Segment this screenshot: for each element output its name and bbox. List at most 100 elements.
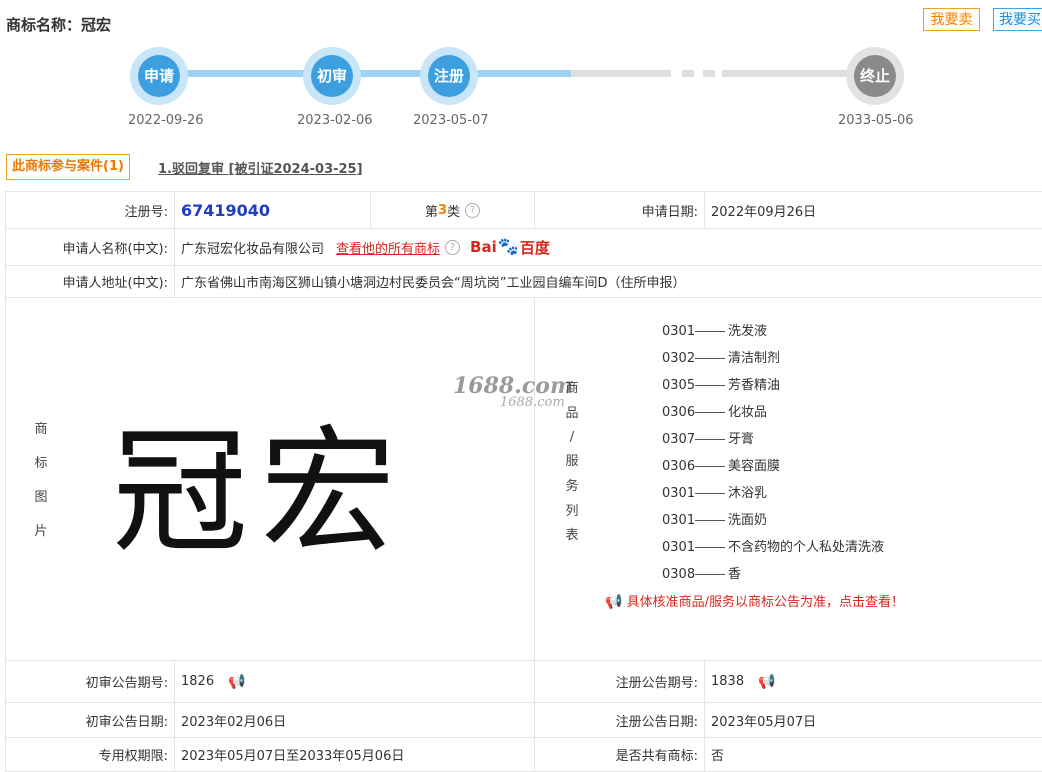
apply-date-label: 申请日期:	[535, 192, 705, 229]
timeline-progress-bar	[186, 70, 571, 77]
goods-name: 洗面奶	[728, 513, 768, 528]
timeline-date-prelim: 2023-02-06	[297, 113, 373, 128]
applicant-value: 广东冠宏化妆品有限公司	[181, 241, 325, 257]
prelim-no-label: 初审公告期号:	[5, 661, 175, 703]
goods-item: 0301 洗发液	[662, 318, 884, 345]
goods-name: 芳香精油	[728, 378, 781, 393]
baidu-paw-icon: 🐾	[497, 237, 519, 257]
timeline-date-register: 2023-05-07	[413, 113, 489, 128]
goods-name: 香	[728, 567, 742, 582]
case-link[interactable]: 1.驳回复审 [被引证2024-03-25]	[158, 158, 363, 177]
label-char: 品	[565, 406, 579, 421]
case-count-tag[interactable]: 此商标参与案件(1)	[6, 154, 130, 180]
goods-dash	[695, 493, 725, 494]
goods-name: 洗发液	[728, 324, 768, 339]
goods-code: 0306	[662, 459, 696, 474]
reg-pub-date-value: 2023年05月07日	[705, 703, 1042, 738]
goods-name: 不含药物的个人私处清洗液	[728, 540, 885, 555]
label-char: 列	[565, 504, 579, 519]
goods-dash	[695, 547, 725, 548]
goods-dash	[695, 466, 725, 467]
goods-item: 0306 美容面膜	[662, 453, 884, 480]
timeline-node-prelim: 初审	[303, 47, 361, 105]
view-all-trademarks-link[interactable]: 查看他的所有商标	[336, 238, 440, 257]
goods-code: 0308	[662, 567, 696, 582]
goods-name: 清洁制剂	[728, 351, 781, 366]
term-value: 2023年05月07日至2033年05月06日	[175, 738, 535, 772]
class-prefix: 第	[424, 204, 438, 220]
prelim-no-cell: 1826 📢	[175, 661, 535, 703]
goods-code: 0301	[662, 513, 696, 528]
trademark-info-table: 注册号: 67419040 第3类 ? 申请日期: 2022年09月26日 申请…	[5, 191, 1042, 772]
trademark-image: 冠宏	[112, 414, 408, 572]
goods-code: 0306	[662, 405, 696, 420]
timeline-node-label: 申请	[138, 55, 180, 97]
goods-code: 0301	[662, 486, 696, 501]
reg-no-label: 注册号:	[5, 192, 175, 229]
label-char: 标	[34, 456, 48, 471]
timeline-gap-dash	[682, 70, 694, 77]
goods-dash	[695, 520, 725, 521]
apply-date-value: 2022年09月26日	[705, 192, 1042, 229]
goods-code: 0302	[662, 351, 696, 366]
reg-pub-no-value: 1838	[711, 674, 745, 689]
goods-code: 0307	[662, 432, 696, 447]
prelim-date-value: 2023年02月06日	[175, 703, 535, 738]
goods-code: 0305	[662, 378, 696, 393]
help-icon[interactable]: ?	[465, 202, 481, 218]
buy-button[interactable]: 我要买	[993, 8, 1042, 31]
goods-dash	[695, 331, 725, 332]
announcement-horn-icon[interactable]: 📢	[758, 674, 775, 690]
trademark-title: 商标名称：冠宏	[6, 16, 112, 34]
announcement-horn-icon[interactable]: 📢	[228, 674, 245, 690]
label-char: 服	[565, 454, 579, 469]
label-char: 商	[565, 381, 579, 396]
class-suffix: 类	[447, 204, 461, 220]
goods-item: 0302 清洁制剂	[662, 345, 884, 372]
baidu-logo-text: 百度	[519, 238, 550, 257]
timeline-node-label: 初审	[311, 55, 353, 97]
goods-item: 0306 化妆品	[662, 399, 884, 426]
timeline-date-expire: 2033-05-06	[838, 113, 914, 128]
shared-label: 是否共有商标:	[535, 738, 705, 772]
goods-dash	[695, 412, 725, 413]
label-char: 图	[34, 490, 48, 505]
class-number: 3	[437, 202, 448, 218]
goods-item: 0301 沐浴乳	[662, 480, 884, 507]
prelim-no-value: 1826	[181, 674, 215, 689]
goods-item: 0307 牙膏	[662, 426, 884, 453]
goods-name: 沐浴乳	[728, 486, 768, 501]
goods-item: 0305 芳香精油	[662, 372, 884, 399]
timeline-node-expire: 终止	[846, 47, 904, 105]
baidu-logo-text: Bai	[470, 238, 497, 256]
goods-name: 美容面膜	[728, 459, 781, 474]
shared-value: 否	[705, 738, 1042, 772]
reg-no-cell: 67419040	[175, 192, 371, 229]
applicant-label: 申请人名称(中文):	[5, 229, 175, 266]
prelim-date-label: 初审公告日期:	[5, 703, 175, 738]
address-label: 申请人地址(中文):	[5, 266, 175, 298]
goods-item: 0301 洗面奶	[662, 507, 884, 534]
timeline-node-label: 终止	[854, 55, 896, 97]
goods-item: 0301 不含药物的个人私处清洗液	[662, 534, 884, 561]
goods-dash	[695, 385, 725, 386]
baidu-search-link[interactable]: Bai 🐾 百度	[470, 237, 550, 258]
class-cell: 第3类 ?	[371, 192, 535, 229]
label-char: 务	[565, 479, 579, 494]
goods-dash	[695, 439, 725, 440]
label-char: 片	[34, 524, 48, 539]
goods-item: 0308 香	[662, 561, 884, 588]
sell-button[interactable]: 我要卖	[923, 8, 980, 31]
reg-pub-no-label: 注册公告期号:	[535, 661, 705, 703]
reg-pub-no-cell: 1838 📢	[705, 661, 1042, 703]
goods-code: 0301	[662, 540, 696, 555]
timeline-date-apply: 2022-09-26	[128, 113, 204, 128]
goods-dash	[695, 574, 725, 575]
goods-list: 0301 洗发液 0302 清洁制剂 0305 芳香精油 0306 化妆品 0307 牙膏…	[662, 318, 884, 588]
timeline-gap-dash	[703, 70, 715, 77]
goods-name: 化妆品	[728, 405, 768, 420]
goods-notice-link[interactable]: 📢 具体核准商品/服务以商标公告为准，点击查看！	[605, 591, 904, 610]
timeline-node-register: 注册	[420, 47, 478, 105]
help-icon[interactable]: ?	[445, 239, 461, 255]
reg-pub-date-label: 注册公告日期:	[535, 703, 705, 738]
